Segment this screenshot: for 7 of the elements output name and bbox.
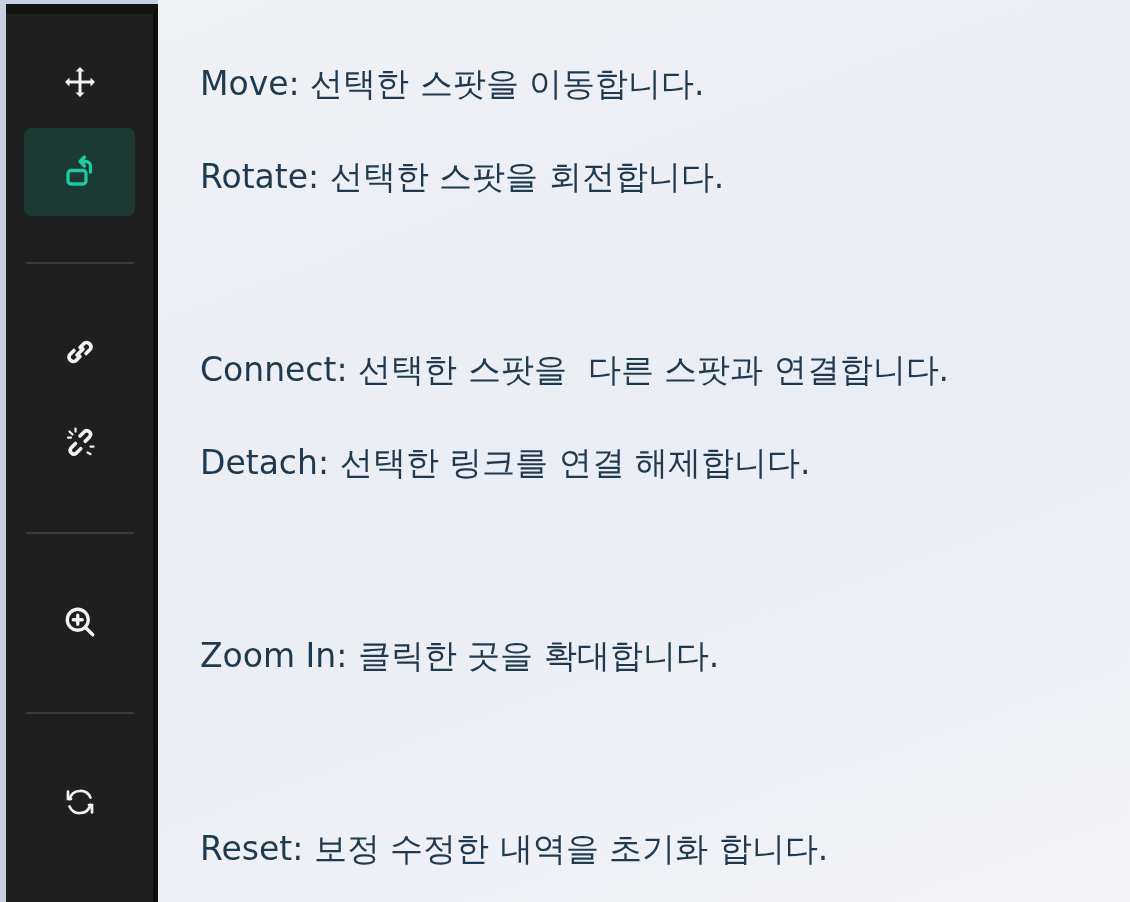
tool-description: Zoom In: 클릭한 곳을 확대합니다. [200,636,720,675]
tool-description: Move: 선택한 스팟을 이동합니다. [200,64,705,103]
tool-button[interactable] [24,128,135,216]
tool-description: Connect: 선택한 스팟을 다른 스팟과 연결합니다. [200,350,949,389]
tool-description: Detach: 선택한 링크를 연결 해제합니다. [200,443,811,482]
tool-description: Reset: 보정 수정한 내역을 초기화 합니다. [200,829,829,868]
tool-description: Rotate: 선택한 스팟을 회전합니다. [200,157,725,196]
